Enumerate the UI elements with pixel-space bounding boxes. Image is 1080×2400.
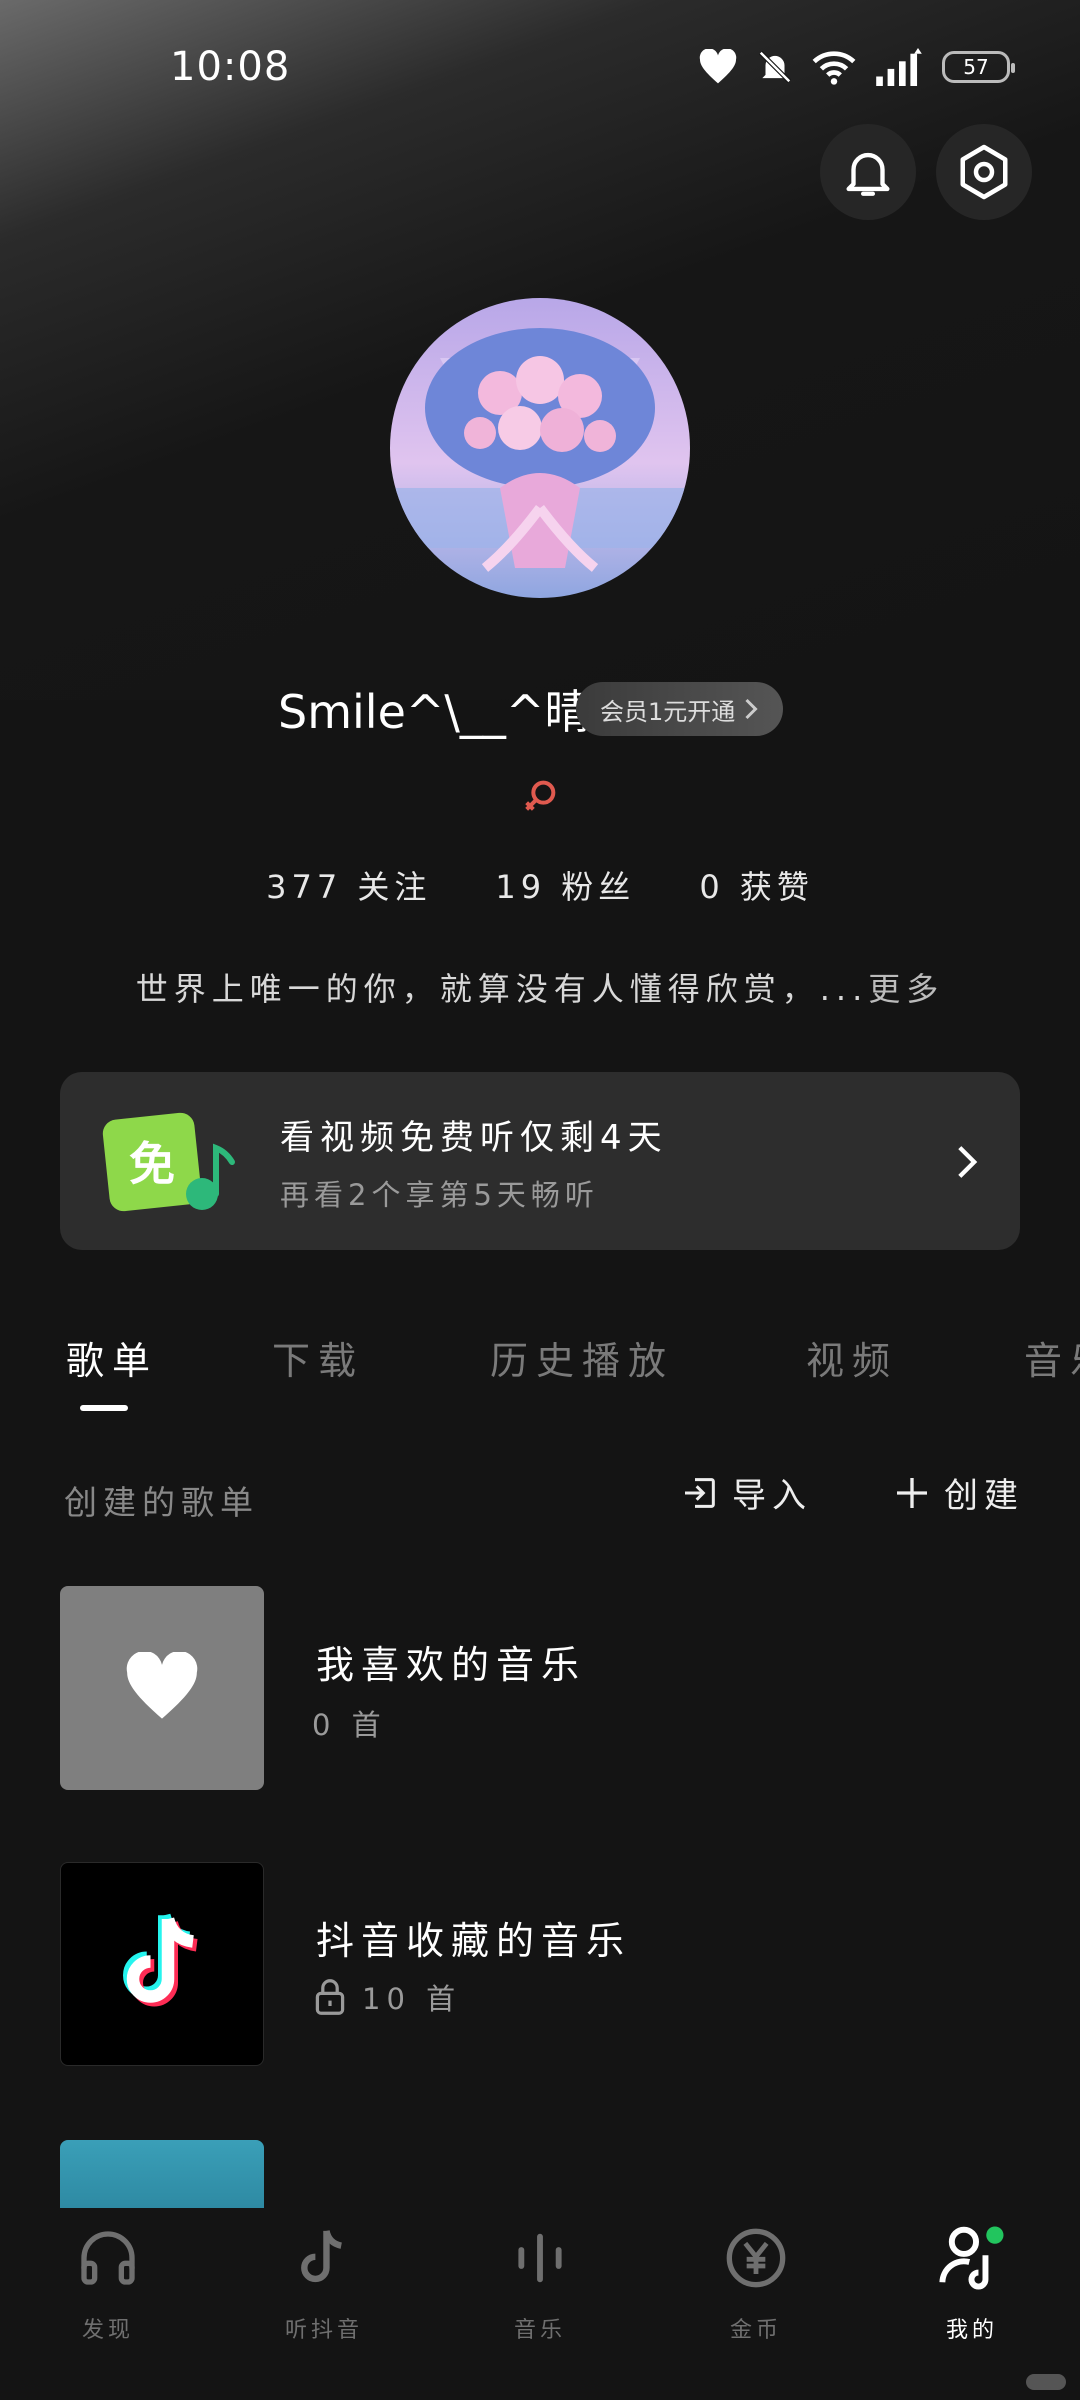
playlist-cover-partial[interactable] <box>60 2140 264 2208</box>
bio: 世界上唯一的你，就算没有人懂得欣赏，...更多 <box>0 964 1080 1010</box>
status-icons: 57 <box>698 48 1015 86</box>
nav-coins[interactable]: 金币 <box>648 2208 864 2344</box>
profile-stats: 377 关注 19 粉丝 0 获赞 <box>0 862 1080 908</box>
playlist-count: 10 首 <box>312 1976 461 2018</box>
signal-icon <box>876 48 922 86</box>
lock-icon <box>315 1979 345 2015</box>
wifi-icon <box>812 51 856 85</box>
yuan-coin-icon <box>726 2228 786 2288</box>
tab-active-indicator <box>80 1405 128 1411</box>
nav-label: 金币 <box>729 2318 782 2343</box>
bell-icon <box>846 152 890 196</box>
bio-more-link[interactable]: 更多 <box>868 970 944 1008</box>
headphones-icon <box>81 2231 135 2285</box>
likes-label: 获赞 <box>739 868 814 906</box>
create-label: 创建 <box>944 1476 1024 1516</box>
douyin-logo-icon <box>123 1913 198 2007</box>
nav-label: 发现 <box>81 2318 134 2343</box>
heart-status-icon <box>699 49 737 84</box>
tab-playlists[interactable]: 歌单 <box>66 1330 158 1385</box>
bio-text: 世界上唯一的你，就算没有人懂得欣赏，... <box>135 970 869 1008</box>
profile-music-icon <box>939 2226 1004 2290</box>
import-label: 导入 <box>732 1476 812 1516</box>
playlist-cover <box>60 1862 264 2066</box>
playlist-name: 我喜欢的音乐 <box>316 1643 587 1687</box>
playlist-count-text: 10 首 <box>362 1982 462 2016</box>
stat-following[interactable]: 377 关注 <box>266 862 431 908</box>
status-time: 10:08 <box>170 44 291 90</box>
tab-music[interactable]: 音乐 <box>1024 1330 1080 1385</box>
playlist-count-text: 0 首 <box>312 1708 387 1742</box>
playlist-item-douyin[interactable]: 抖音收藏的音乐 10 首 <box>0 1862 1080 2068</box>
douyin-note-icon <box>301 2230 343 2283</box>
notifications-button[interactable] <box>820 124 916 220</box>
promo-subtitle: 再看2个享第5天畅听 <box>280 1178 599 1212</box>
nav-label: 我的 <box>945 2318 998 2343</box>
vip-open-button[interactable]: 会员1元开通 <box>576 682 784 736</box>
import-icon <box>685 1477 715 1508</box>
stat-likes[interactable]: 0 获赞 <box>699 862 814 908</box>
heart-icon <box>126 1652 198 1719</box>
import-button[interactable]: 导入 <box>680 1468 812 1517</box>
playlist-count: 0 首 <box>312 1702 387 1744</box>
following-label: 关注 <box>357 868 432 906</box>
chevron-right-icon <box>958 1146 978 1178</box>
username: Smile^\__^晴 <box>278 685 591 739</box>
playlist-cover <box>60 1586 264 1790</box>
bottom-navigation: 发现 听抖音 音乐 金币 我的 <box>0 2208 1080 2400</box>
settings-hexagon-icon <box>960 144 1008 200</box>
free-ticket-text: 免 <box>129 1137 175 1191</box>
battery-indicator: 57 <box>942 51 1015 83</box>
create-playlist-button[interactable]: 创建 <box>892 1468 1024 1517</box>
likes-count: 0 <box>699 868 725 906</box>
gender-female-icon <box>520 776 560 820</box>
tab-history[interactable]: 历史播放 <box>490 1330 674 1385</box>
created-playlists-title: 创建的歌单 <box>64 1483 259 1522</box>
profile-tabs: 歌单 下载 历史播放 视频 音乐 <box>0 1330 1080 1390</box>
nav-label: 音乐 <box>513 2318 566 2343</box>
free-ticket-icon: 免 <box>98 1108 238 1218</box>
promo-title: 看视频免费听仅剩4天 <box>280 1118 668 1158</box>
avatar[interactable] <box>390 298 690 598</box>
nav-listen-douyin[interactable]: 听抖音 <box>216 2208 432 2344</box>
followers-label: 粉丝 <box>561 868 636 906</box>
nav-label: 听抖音 <box>284 2318 363 2343</box>
tab-videos[interactable]: 视频 <box>806 1330 898 1385</box>
settings-button[interactable] <box>936 124 1032 220</box>
stat-followers[interactable]: 19 粉丝 <box>495 862 635 908</box>
playlist-name: 抖音收藏的音乐 <box>316 1919 632 1963</box>
free-listening-promo-card[interactable]: 免 看视频免费听仅剩4天 再看2个享第5天畅听 <box>60 1072 1020 1250</box>
tab-downloads[interactable]: 下载 <box>272 1330 364 1385</box>
following-count: 377 <box>266 868 343 906</box>
chevron-right-icon <box>745 698 758 720</box>
plus-icon <box>897 1477 927 1508</box>
equalizer-icon <box>518 2233 562 2283</box>
nav-discover[interactable]: 发现 <box>0 2208 216 2344</box>
vip-badge-label: 会员1元开通 <box>600 697 736 726</box>
nav-music[interactable]: 音乐 <box>432 2208 648 2344</box>
watermark-badge <box>1026 2374 1066 2390</box>
playlist-item-liked[interactable]: 我喜欢的音乐 0 首 <box>0 1586 1080 1792</box>
nav-me[interactable]: 我的 <box>864 2208 1080 2344</box>
followers-count: 19 <box>495 868 547 906</box>
bell-muted-icon <box>759 51 791 83</box>
